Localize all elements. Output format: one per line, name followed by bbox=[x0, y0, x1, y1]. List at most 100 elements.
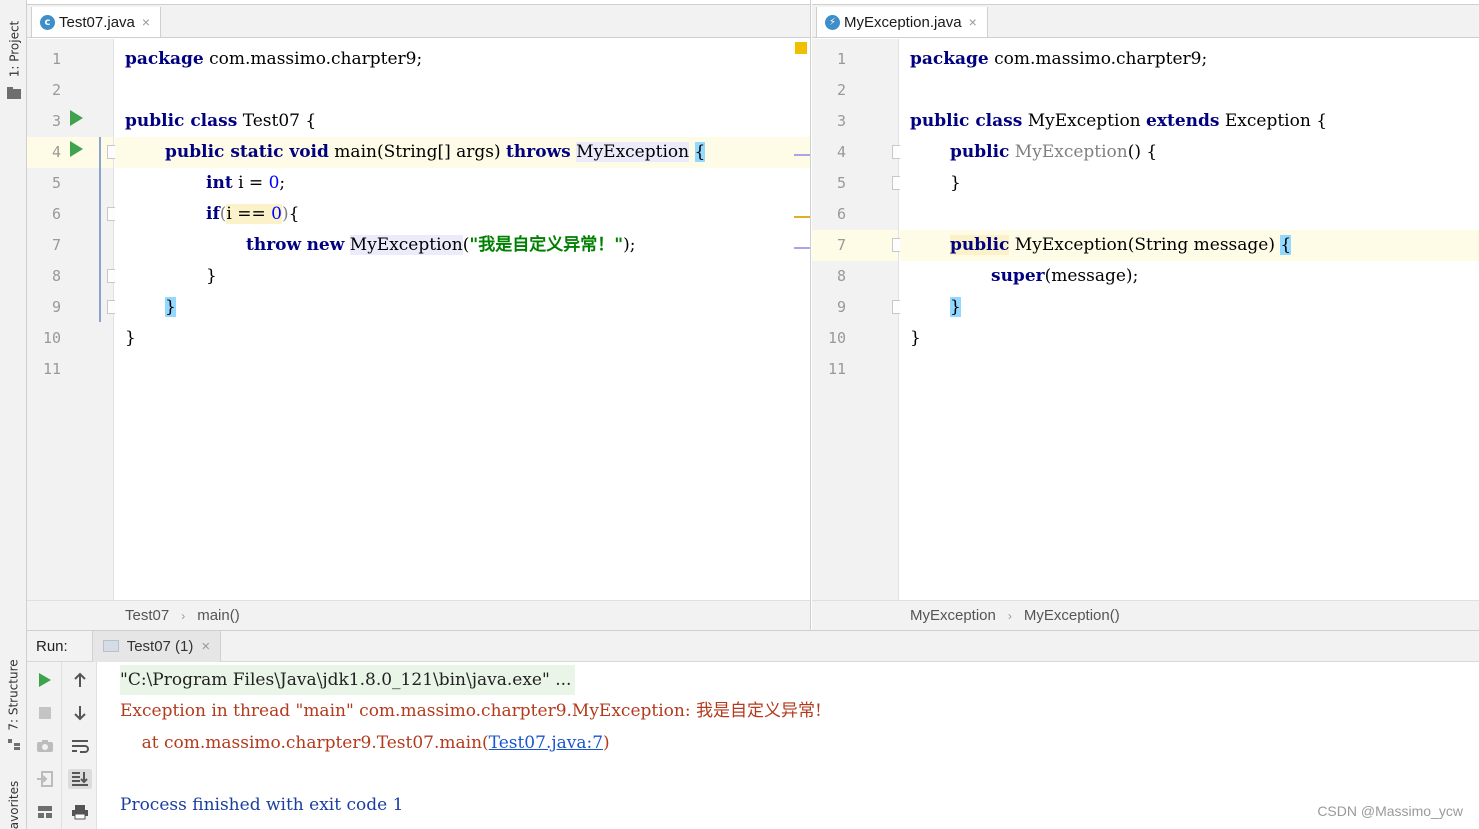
code-token: ) bbox=[281, 204, 289, 224]
error-stripe-mark[interactable] bbox=[794, 216, 810, 218]
code-token: throw bbox=[246, 235, 302, 255]
breadcrumb-method[interactable]: MyException() bbox=[1024, 607, 1120, 624]
console-command-line[interactable]: "C:\Program Files\Java\jdk1.8.0_121\bin\… bbox=[120, 665, 576, 695]
left-tool-strip: 1: Project 7: Structure avorites bbox=[0, 0, 27, 829]
line-number-gutter: 1 2 3 4 5 6 7 8 9 10 11 bbox=[812, 39, 906, 600]
line-number: 9 bbox=[836, 298, 846, 316]
breadcrumb: Test07 › main() bbox=[27, 600, 810, 630]
structure-tool-button[interactable]: 7: Structure bbox=[1, 655, 27, 735]
code-token: i == bbox=[226, 204, 272, 224]
run-main-icon[interactable] bbox=[70, 141, 83, 157]
code-token: Test07 { bbox=[237, 111, 317, 131]
project-tool-button[interactable]: 1: Project bbox=[1, 14, 27, 84]
close-icon[interactable]: × bbox=[201, 638, 210, 655]
breadcrumb-method[interactable]: main() bbox=[197, 607, 240, 624]
line-number: 4 bbox=[836, 143, 846, 161]
line-number: 6 bbox=[51, 205, 61, 223]
brace-match: } bbox=[165, 297, 176, 317]
code-token: MyException bbox=[1009, 142, 1128, 162]
console-stack-line: at com.massimo.charpter9.Test07.main(Tes… bbox=[120, 728, 610, 758]
project-tool-label: 1: Project bbox=[7, 20, 21, 78]
code-token: public static void bbox=[165, 142, 329, 162]
line-number: 10 bbox=[42, 329, 61, 347]
line-number: 8 bbox=[51, 267, 61, 285]
stack-frame-text: at com.massimo.charpter9.Test07.main( bbox=[120, 733, 489, 753]
tab-label: MyException.java bbox=[844, 13, 962, 31]
camera-icon[interactable] bbox=[35, 736, 55, 756]
import-icon[interactable] bbox=[35, 769, 55, 789]
editor-pane-myexception: ⚡ MyException.java × 1 2 3 4 5 6 7 8 9 1… bbox=[812, 0, 1479, 630]
brace-match: { bbox=[694, 142, 706, 162]
analysis-status-icon[interactable] bbox=[795, 42, 807, 54]
console-output[interactable]: "C:\Program Files\Java\jdk1.8.0_121\bin\… bbox=[98, 662, 1479, 829]
code-token: } bbox=[125, 328, 136, 348]
code-token: extends bbox=[1146, 111, 1220, 131]
code-editor-test07[interactable]: package com.massimo.charpter9; public cl… bbox=[115, 39, 810, 600]
code-token: (message); bbox=[1044, 266, 1139, 286]
tab-myexception-java[interactable]: ⚡ MyException.java × bbox=[816, 7, 988, 37]
favorites-tool-button[interactable]: avorites bbox=[1, 780, 27, 829]
arrow-up-icon[interactable] bbox=[70, 670, 90, 690]
console-exit-line: Process finished with exit code 1 bbox=[120, 795, 404, 815]
line-number: 5 bbox=[836, 174, 846, 192]
breadcrumb-separator: › bbox=[1007, 608, 1012, 623]
soft-wrap-icon[interactable] bbox=[70, 736, 90, 756]
line-number: 1 bbox=[836, 50, 846, 68]
code-editor-myexception[interactable]: package com.massimo.charpter9; public cl… bbox=[900, 39, 1479, 600]
editor-tab-bar: c Test07.java × bbox=[27, 4, 810, 38]
error-stripe-mark[interactable] bbox=[794, 247, 810, 249]
code-token: ; bbox=[279, 173, 286, 193]
error-stripe-mark[interactable] bbox=[794, 154, 810, 156]
editor-pane-test07: c Test07.java × 1 2 3 4 5 6 7 8 9 10 11 … bbox=[27, 0, 811, 630]
tab-label: Test07.java bbox=[59, 13, 135, 31]
watermark: CSDN @Massimo_ycw bbox=[1317, 803, 1463, 819]
code-token: public bbox=[950, 235, 1010, 255]
code-token: package bbox=[125, 49, 204, 69]
code-token: super bbox=[991, 266, 1045, 286]
run-config-icon bbox=[102, 640, 119, 652]
tab-test07-java[interactable]: c Test07.java × bbox=[31, 7, 162, 37]
breadcrumb-class[interactable]: Test07 bbox=[125, 607, 169, 624]
code-token: if bbox=[206, 204, 220, 224]
close-icon[interactable]: × bbox=[142, 14, 150, 30]
rerun-icon[interactable] bbox=[35, 670, 55, 690]
change-marker bbox=[99, 137, 101, 322]
code-string: "我是自定义异常！" bbox=[469, 235, 624, 255]
structure-icon bbox=[7, 737, 21, 750]
run-class-icon[interactable] bbox=[70, 110, 83, 126]
breadcrumb-separator: › bbox=[181, 608, 186, 623]
layout-icon[interactable] bbox=[35, 802, 55, 822]
line-number: 7 bbox=[836, 236, 846, 254]
line-number: 10 bbox=[827, 329, 846, 347]
code-token: } bbox=[206, 266, 217, 286]
stack-frame-text: ) bbox=[603, 733, 610, 753]
run-config-tab-label: Test07 (1) bbox=[126, 637, 194, 655]
close-icon[interactable]: × bbox=[969, 14, 977, 30]
run-tool-window: Run: Test07 (1) × "C:\Program Files\Java… bbox=[27, 630, 1479, 829]
line-number: 3 bbox=[51, 112, 61, 130]
run-toolbar-primary bbox=[27, 662, 62, 829]
stack-frame-link[interactable]: Test07.java:7 bbox=[489, 733, 603, 753]
scroll-to-end-icon[interactable] bbox=[68, 769, 92, 789]
code-token: public bbox=[950, 142, 1010, 162]
code-token: package bbox=[910, 49, 989, 69]
arrow-down-icon[interactable] bbox=[70, 703, 90, 723]
code-token: } bbox=[910, 328, 921, 348]
code-token: } bbox=[950, 173, 961, 193]
line-number: 1 bbox=[51, 50, 61, 68]
run-config-tab[interactable]: Test07 (1) × bbox=[91, 630, 222, 662]
line-number: 2 bbox=[51, 81, 61, 99]
stop-icon[interactable] bbox=[35, 703, 55, 723]
code-token: main(String[] args) bbox=[328, 142, 507, 162]
run-toolbar-secondary bbox=[62, 662, 97, 829]
code-token: throws bbox=[506, 142, 571, 162]
code-token: MyException bbox=[576, 142, 690, 162]
run-panel-header: Run: Test07 (1) × bbox=[27, 630, 1479, 662]
code-token: 0 bbox=[268, 173, 280, 193]
code-token: Exception { bbox=[1219, 111, 1328, 131]
code-token: i = bbox=[232, 173, 269, 193]
structure-tool-label: 7: Structure bbox=[7, 659, 22, 731]
line-number: 11 bbox=[42, 360, 61, 378]
print-icon[interactable] bbox=[70, 802, 90, 822]
breadcrumb-class[interactable]: MyException bbox=[910, 607, 996, 624]
